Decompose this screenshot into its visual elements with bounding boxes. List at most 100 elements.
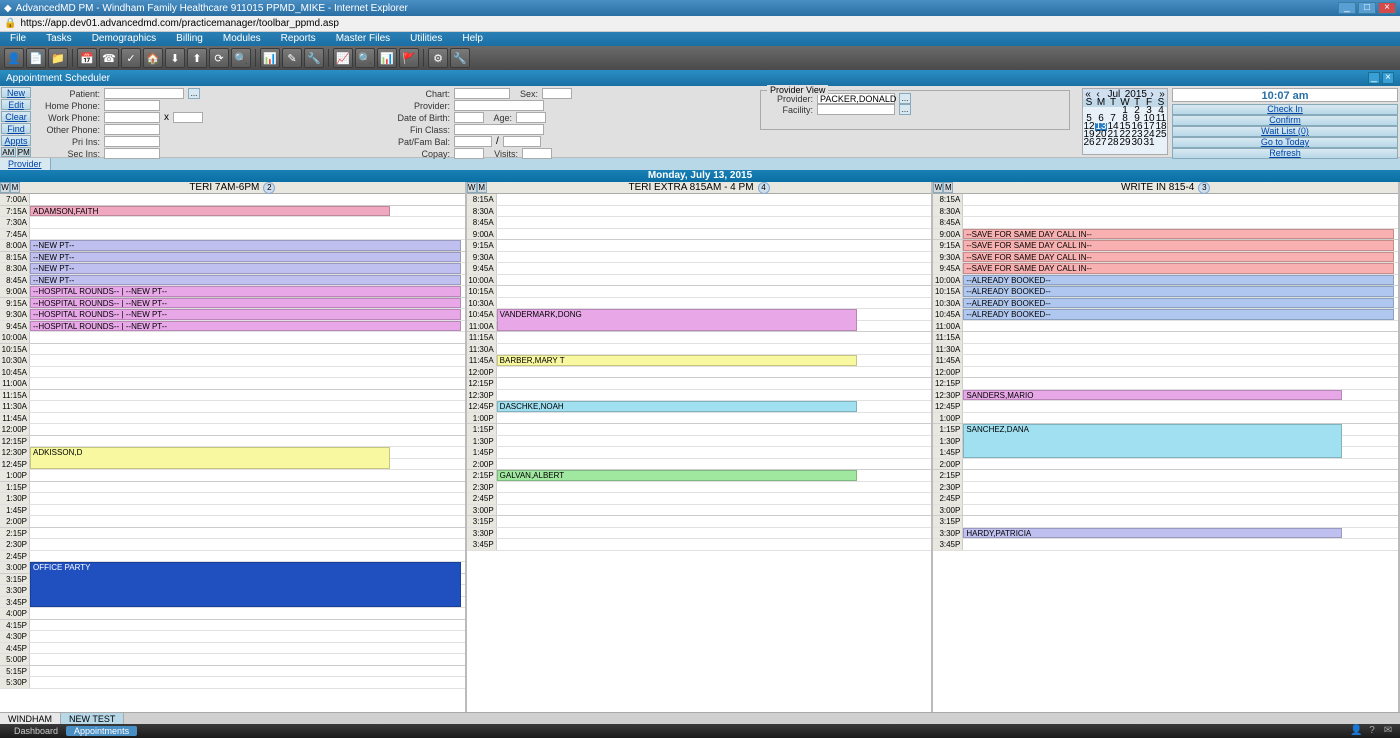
- menu-modules[interactable]: Modules: [213, 32, 271, 46]
- appointment[interactable]: HARDY,PATRICIA: [963, 528, 1342, 539]
- month-view-button[interactable]: M: [477, 182, 487, 193]
- edit-button[interactable]: Edit: [1, 99, 31, 110]
- time-slot[interactable]: [497, 298, 932, 309]
- maximize-button[interactable]: □: [1358, 2, 1376, 14]
- menu-master-files[interactable]: Master Files: [326, 32, 400, 46]
- time-slot[interactable]: [30, 401, 465, 412]
- menu-utilities[interactable]: Utilities: [400, 32, 452, 46]
- chart-field[interactable]: [454, 88, 510, 99]
- cal-day-31[interactable]: 31: [1143, 139, 1155, 147]
- time-slot[interactable]: [497, 194, 932, 205]
- time-slot[interactable]: [30, 539, 465, 550]
- time-slot[interactable]: [497, 344, 932, 355]
- time-slot[interactable]: [30, 620, 465, 631]
- time-slot[interactable]: [963, 367, 1398, 378]
- appointment[interactable]: DASCHKE,NOAH: [497, 401, 857, 412]
- time-slot[interactable]: [963, 378, 1398, 389]
- cal-day-28[interactable]: 28: [1107, 139, 1119, 147]
- time-slot[interactable]: [963, 355, 1398, 366]
- menu-billing[interactable]: Billing: [166, 32, 213, 46]
- sec-ins-field[interactable]: [104, 148, 160, 159]
- time-slot[interactable]: [30, 424, 465, 435]
- confirm-button[interactable]: Confirm: [1172, 115, 1398, 126]
- cal-day-26[interactable]: 26: [1083, 139, 1095, 147]
- home-phone-field[interactable]: [104, 100, 160, 111]
- time-slot[interactable]: [963, 194, 1398, 205]
- month-view-button[interactable]: M: [943, 182, 953, 193]
- check-in-button[interactable]: Check In: [1172, 104, 1398, 115]
- toolbar-search-icon[interactable]: 🔍: [231, 48, 251, 68]
- time-slot[interactable]: [497, 413, 932, 424]
- visits-field[interactable]: [522, 148, 552, 159]
- week-view-button[interactable]: W: [467, 182, 477, 193]
- appointment[interactable]: --HOSPITAL ROUNDS-- | --NEW PT--: [30, 286, 461, 297]
- appointment[interactable]: --ALREADY BOOKED--: [963, 286, 1394, 297]
- appointment[interactable]: --SAVE FOR SAME DAY CALL IN--: [963, 263, 1394, 274]
- clear-button[interactable]: Clear: [1, 111, 31, 122]
- time-slot[interactable]: [30, 332, 465, 343]
- close-button[interactable]: ×: [1378, 2, 1396, 14]
- time-slot[interactable]: [30, 217, 465, 228]
- appointment[interactable]: --HOSPITAL ROUNDS-- | --NEW PT--: [30, 321, 461, 332]
- cal-day-29[interactable]: 29: [1119, 139, 1131, 147]
- appointment[interactable]: --SAVE FOR SAME DAY CALL IN--: [963, 229, 1394, 240]
- time-slot[interactable]: [497, 240, 932, 251]
- appointment[interactable]: --SAVE FOR SAME DAY CALL IN--: [963, 252, 1394, 263]
- refresh-button[interactable]: Refresh: [1172, 148, 1398, 159]
- time-slot[interactable]: [30, 643, 465, 654]
- pv-facility-lookup[interactable]: ...: [899, 104, 911, 115]
- time-slot[interactable]: [30, 367, 465, 378]
- time-slot[interactable]: [963, 505, 1398, 516]
- time-slot[interactable]: [30, 470, 465, 481]
- column-body[interactable]: 8:15A8:30A8:45A9:00A9:15A9:30A9:45A10:00…: [933, 194, 1398, 712]
- time-slot[interactable]: [30, 493, 465, 504]
- pv-provider-lookup[interactable]: ...: [899, 93, 911, 104]
- bottom-tab-windham[interactable]: WINDHAM: [0, 713, 61, 724]
- time-slot[interactable]: [30, 608, 465, 619]
- time-slot[interactable]: [497, 493, 932, 504]
- time-slot[interactable]: [963, 482, 1398, 493]
- time-slot[interactable]: [963, 206, 1398, 217]
- time-slot[interactable]: [30, 229, 465, 240]
- time-slot[interactable]: [963, 470, 1398, 481]
- menu-demographics[interactable]: Demographics: [82, 32, 166, 46]
- toolbar-settings-icon[interactable]: ⚙: [428, 48, 448, 68]
- time-slot[interactable]: [30, 528, 465, 539]
- fam-bal-field[interactable]: [503, 136, 541, 147]
- patient-lookup-button[interactable]: ...: [188, 88, 200, 99]
- am-button[interactable]: AM: [1, 147, 16, 157]
- appointment[interactable]: BARBER,MARY T: [497, 355, 857, 366]
- toolbar-tools-icon[interactable]: 🔧: [304, 48, 324, 68]
- status-mail-icon[interactable]: ✉: [1382, 725, 1394, 737]
- menu-reports[interactable]: Reports: [271, 32, 326, 46]
- time-slot[interactable]: [497, 263, 932, 274]
- time-slot[interactable]: [963, 321, 1398, 332]
- time-slot[interactable]: [963, 344, 1398, 355]
- toolbar-upload-icon[interactable]: ⬆: [187, 48, 207, 68]
- provider-tab[interactable]: Provider: [0, 158, 51, 170]
- toolbar-phone-icon[interactable]: ☎: [99, 48, 119, 68]
- appointment[interactable]: --ALREADY BOOKED--: [963, 298, 1394, 309]
- pv-facility-field[interactable]: [817, 104, 895, 115]
- bottom-tab-new-test[interactable]: NEW TEST: [61, 713, 124, 724]
- appointment[interactable]: SANCHEZ,DANA: [963, 424, 1342, 458]
- other-phone-field[interactable]: [104, 124, 160, 135]
- time-slot[interactable]: [497, 229, 932, 240]
- appointment[interactable]: --HOSPITAL ROUNDS-- | --NEW PT--: [30, 298, 461, 309]
- minimize-button[interactable]: _: [1338, 2, 1356, 14]
- toolbar-calendar-icon[interactable]: 📅: [77, 48, 97, 68]
- pm-button[interactable]: PM: [17, 147, 32, 157]
- go-to-today-button[interactable]: Go to Today: [1172, 137, 1398, 148]
- appointment[interactable]: ADAMSON,FAITH: [30, 206, 390, 217]
- time-slot[interactable]: [497, 528, 932, 539]
- time-slot[interactable]: [30, 631, 465, 642]
- appts-button[interactable]: Appts: [1, 135, 31, 146]
- time-slot[interactable]: [30, 194, 465, 205]
- time-slot[interactable]: [30, 378, 465, 389]
- appointment[interactable]: --NEW PT--: [30, 275, 461, 286]
- time-slot[interactable]: [497, 378, 932, 389]
- toolbar-chart2-icon[interactable]: 🔍: [355, 48, 375, 68]
- appointment[interactable]: OFFICE PARTY: [30, 562, 461, 607]
- time-slot[interactable]: [30, 666, 465, 677]
- toolbar-wrench-icon[interactable]: 🔧: [450, 48, 470, 68]
